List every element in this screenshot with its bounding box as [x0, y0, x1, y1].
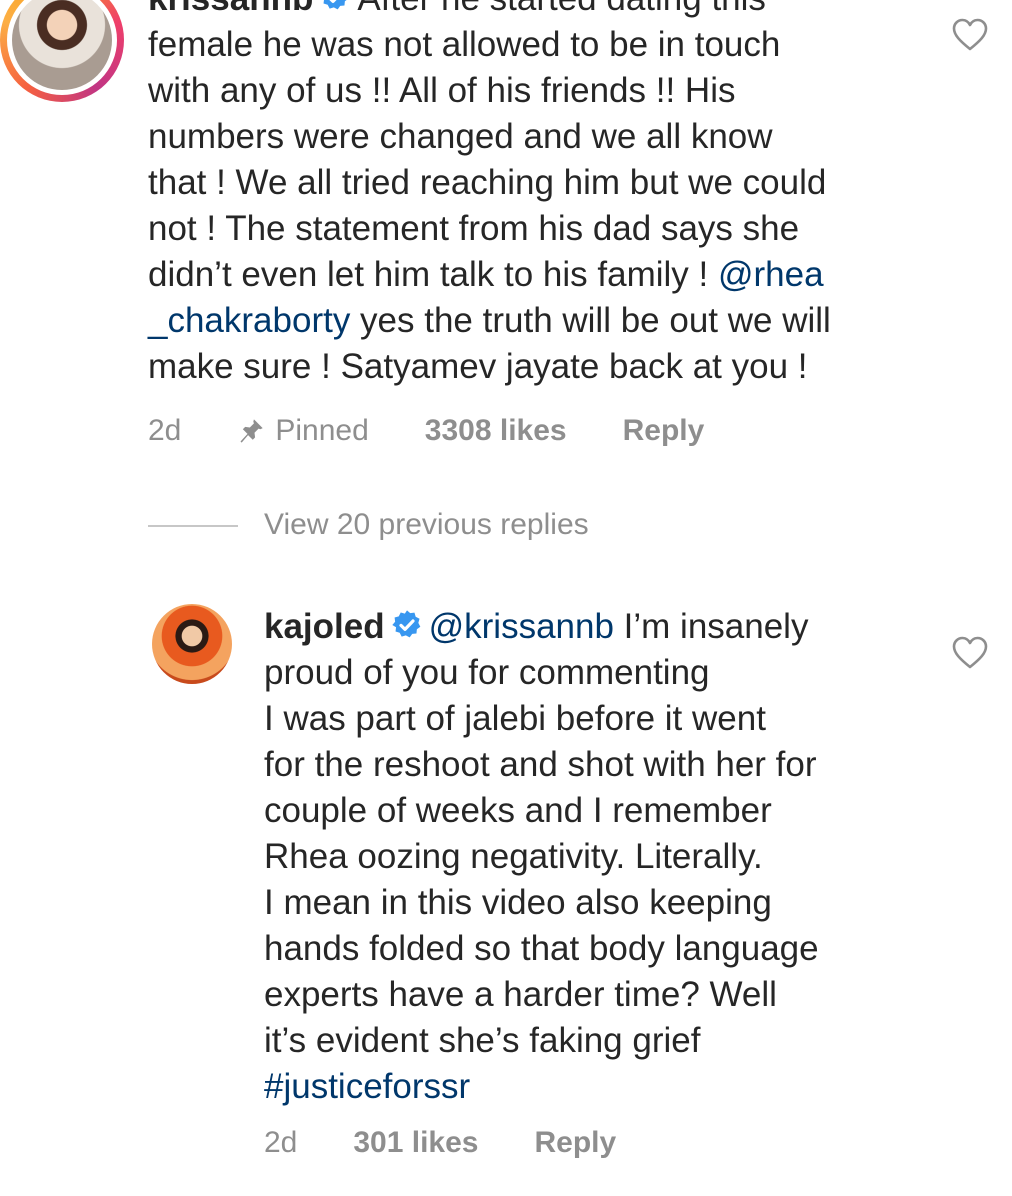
pin-icon [240, 419, 264, 443]
comment-line: female he was not allowed to be in touch [148, 25, 781, 64]
comment-line: that ! We all tried reaching him but we … [148, 163, 827, 202]
likes-count[interactable]: 3308 likes [425, 414, 567, 448]
comment-line: I was part of jalebi before it went [264, 699, 766, 738]
comment-line: Rhea oozing negativity. Literally. [264, 837, 763, 876]
reply-button[interactable]: Reply [535, 1126, 617, 1160]
likes-count[interactable]: 301 likes [353, 1126, 478, 1160]
comment-text: didn’t even let him talk to his family ! [148, 255, 718, 294]
comment-line: for the reshoot and shot with her for [264, 745, 817, 784]
comment-line: numbers were changed and we all know [148, 117, 773, 156]
reply-button[interactable]: Reply [623, 414, 705, 448]
view-previous-replies-button[interactable]: View 20 previous replies [264, 508, 589, 542]
username-krissannb[interactable]: krissannb [148, 0, 313, 18]
avatar-kajoled[interactable] [152, 604, 232, 684]
comment-line: krissannb After he started dating this [148, 0, 831, 22]
like-heart-icon[interactable] [952, 636, 988, 670]
comment-text: I’m insanely [613, 607, 809, 646]
comment-line: I mean in this video also keeping [264, 883, 772, 922]
comment-kajoled: kajoled @krissannb I’m insanely proud of … [264, 604, 819, 1110]
comment-line: make sure ! Satyamev jayate back at you … [148, 347, 808, 386]
like-heart-icon[interactable] [952, 18, 988, 52]
comment-text: yes the truth will be out we will [350, 301, 831, 340]
mention-link[interactable]: @krissannb [429, 607, 614, 646]
avatar-krissannb[interactable] [0, 0, 124, 102]
mention-link[interactable]: @rhea [718, 255, 824, 294]
comment-meta: 2d 301 likes Reply [264, 1126, 616, 1160]
replies-divider [148, 525, 238, 527]
comment-text: After he started dating this [357, 0, 766, 18]
comment-line: with any of us !! All of his friends !! … [148, 71, 736, 110]
comment-line: _chakraborty yes the truth will be out w… [148, 298, 831, 344]
comment-line: proud of you for commenting [264, 653, 710, 692]
username-kajoled[interactable]: kajoled [264, 607, 385, 646]
comment-line: it’s evident she’s faking grief [264, 1021, 701, 1060]
comment-line: kajoled @krissannb I’m insanely [264, 604, 819, 650]
verified-badge-icon [323, 0, 347, 10]
mention-link[interactable]: _chakraborty [148, 301, 350, 340]
comment-age: 2d [264, 1126, 298, 1159]
comment-meta: 2d Pinned 3308 likes Reply [148, 414, 704, 448]
comment-krissannb: krissannb After he started dating this fe… [148, 0, 831, 390]
pinned-label: Pinned [275, 414, 369, 447]
comment-line: couple of weeks and I remember [264, 791, 772, 830]
comment-line: didn’t even let him talk to his family !… [148, 252, 831, 298]
comment-line: hands folded so that body language [264, 929, 819, 968]
comment-line: not ! The statement from his dad says sh… [148, 209, 800, 248]
comment-line: experts have a harder time? Well [264, 975, 777, 1014]
comment-age: 2d [148, 414, 182, 447]
hashtag-link[interactable]: #justiceforssr [264, 1064, 819, 1110]
verified-badge-icon [391, 610, 420, 638]
